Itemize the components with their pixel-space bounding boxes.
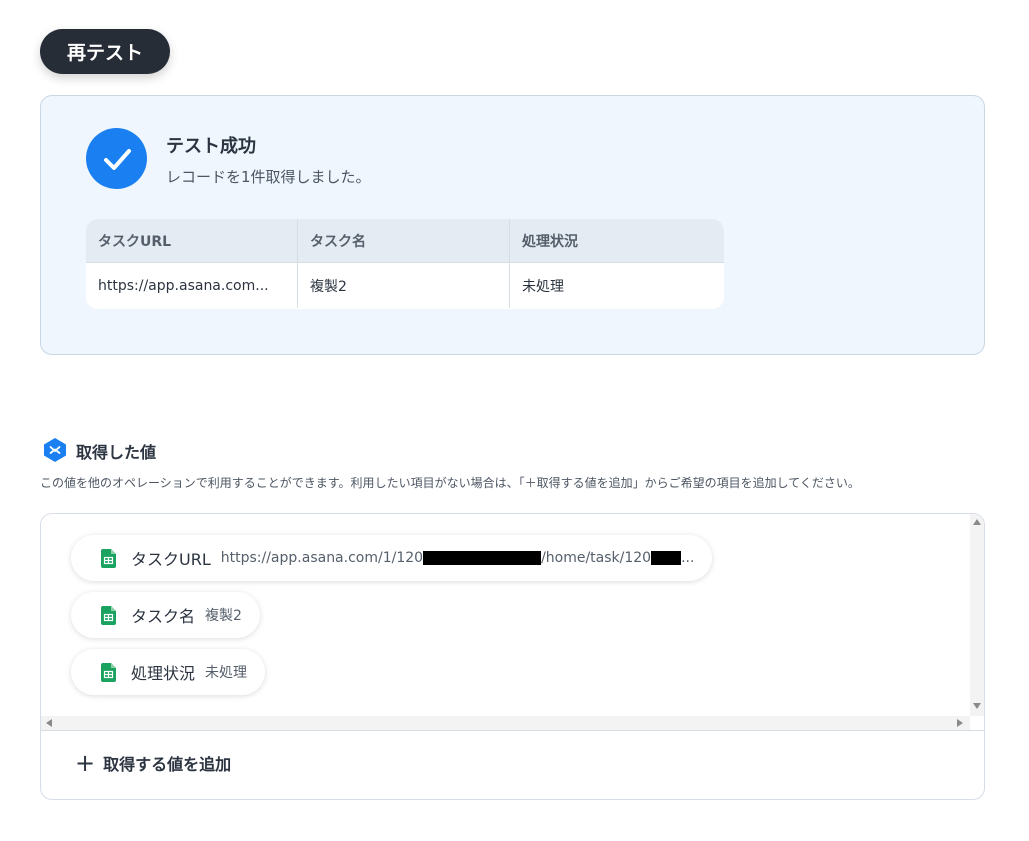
value-chip-label: 処理状況 [131, 664, 196, 683]
table-cell: 複製2 [298, 263, 510, 308]
value-chip-value: 未処理 [205, 665, 248, 681]
spreadsheet-icon [101, 662, 116, 682]
table-header-cell: タスクURL [86, 219, 298, 262]
value-chip-task-name[interactable]: タスク名 複製2 [71, 592, 260, 638]
result-table: タスクURL タスク名 処理状況 https://app.asana.com..… [86, 219, 724, 309]
scroll-up-icon[interactable] [973, 519, 981, 525]
check-icon [86, 128, 147, 189]
value-chip-label: タスクURL [131, 550, 211, 569]
retest-button[interactable]: 再テスト [40, 29, 170, 74]
scroll-right-icon[interactable] [957, 719, 963, 727]
acquired-values-box: タスクURL https://app.asana.com/1/120 /home… [40, 513, 985, 800]
table-row: https://app.asana.com... 複製2 未処理 [86, 263, 724, 308]
result-subtitle: レコードを1件取得しました。 [166, 168, 371, 186]
section-title: 取得した値 [76, 443, 157, 462]
add-value-label: 取得する値を追加 [103, 755, 232, 774]
yoom-logo-icon [42, 437, 68, 463]
value-chip-label: タスク名 [131, 607, 196, 626]
section-description: この値を他のオペレーションで利用することができます。利用したい項目がない場合は、… [40, 476, 860, 490]
add-value-button[interactable]: + 取得する値を追加 [75, 751, 231, 775]
table-header-cell: 処理状況 [522, 233, 578, 250]
value-chip-status[interactable]: 処理状況 未処理 [71, 649, 266, 695]
table-header-cell: タスク名 [298, 219, 510, 262]
value-chip-value: 複製2 [205, 608, 242, 624]
horizontal-scrollbar[interactable] [41, 716, 970, 730]
redacted-block [423, 551, 542, 565]
values-list: タスクURL https://app.asana.com/1/120 /home… [41, 514, 984, 730]
table-cell: 未処理 [522, 278, 564, 295]
divider [41, 730, 984, 731]
value-chip-task-url[interactable]: タスクURL https://app.asana.com/1/120 /home… [71, 535, 713, 581]
table-header-row: タスクURL タスク名 処理状況 [86, 219, 724, 263]
result-title: テスト成功 [166, 136, 256, 157]
vertical-scrollbar[interactable] [970, 514, 984, 716]
table-cell: https://app.asana.com... [86, 263, 298, 308]
test-result-card: テスト成功 レコードを1件取得しました。 タスクURL タスク名 処理状況 ht… [40, 95, 985, 355]
plus-icon: + [75, 749, 96, 777]
redacted-block [651, 551, 682, 565]
value-chip-value: https://app.asana.com/1/120 /home/task/1… [220, 550, 695, 566]
scroll-down-icon[interactable] [973, 703, 981, 709]
spreadsheet-icon [101, 548, 116, 568]
spreadsheet-icon [101, 605, 116, 625]
scroll-left-icon[interactable] [46, 719, 52, 727]
